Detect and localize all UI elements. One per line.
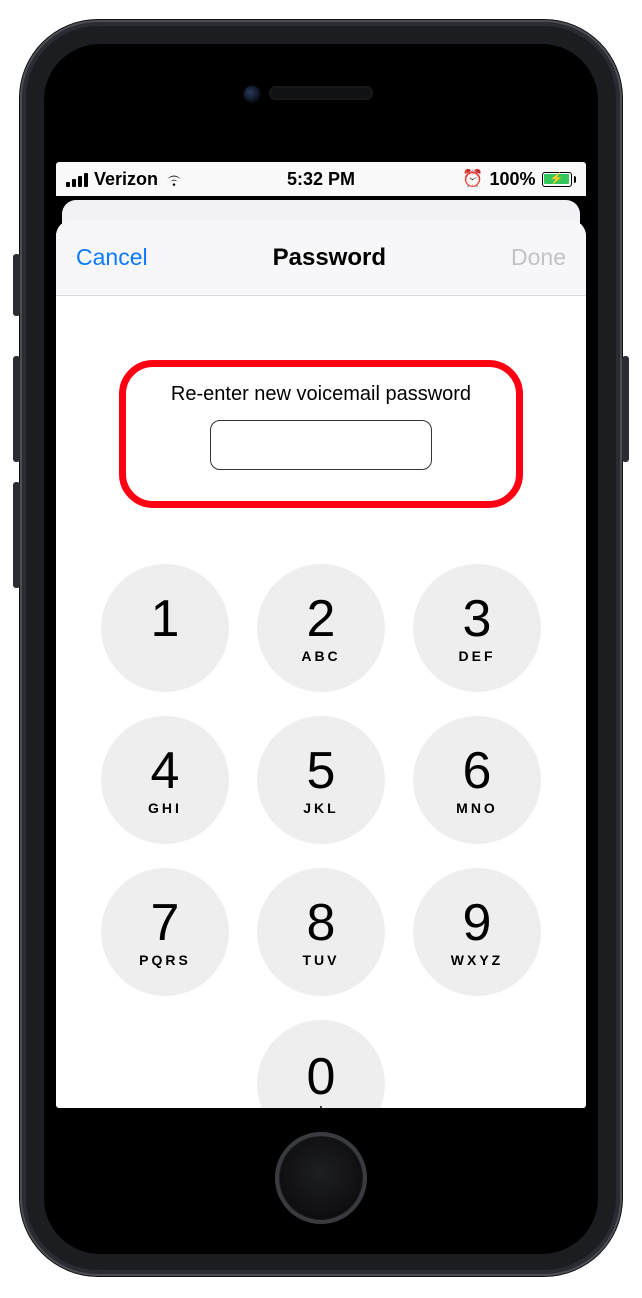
keypad-6[interactable]: 6 MNO [413, 716, 541, 844]
keypad-2[interactable]: 2 ABC [257, 564, 385, 692]
status-right: ⏰ 100% ⚡ [462, 169, 576, 190]
keypad-8[interactable]: 8 TUV [257, 868, 385, 996]
keypad-letters: DEF [459, 648, 496, 664]
keypad-digit: 3 [463, 593, 492, 645]
phone-bezel: Verizon 5:32 PM ⏰ 100% ⚡ [44, 44, 598, 1254]
keypad-digit: 4 [151, 745, 180, 797]
keypad-digit: 1 [151, 593, 180, 645]
cellular-signal-icon [66, 171, 88, 187]
keypad-5[interactable]: 5 JKL [257, 716, 385, 844]
keypad-letters: PQRS [139, 952, 191, 968]
keypad-letters: JKL [303, 800, 338, 816]
annotation-highlight: Re-enter new voicemail password [119, 360, 523, 508]
volume-down-button [13, 482, 20, 588]
alarm-icon: ⏰ [462, 169, 483, 189]
wifi-icon [164, 171, 184, 187]
stage: Verizon 5:32 PM ⏰ 100% ⚡ [0, 0, 642, 1298]
power-button [622, 356, 629, 462]
done-button[interactable]: Done [509, 240, 568, 275]
keypad-3[interactable]: 3 DEF [413, 564, 541, 692]
earpiece-speaker [269, 86, 373, 100]
carrier-label: Verizon [94, 169, 158, 190]
keypad: 1 2 ABC 3 DEF 4 GHI [56, 564, 586, 1108]
cancel-button[interactable]: Cancel [74, 240, 150, 275]
nav-bar: Cancel Password Done [56, 220, 586, 296]
keypad-letters: MNO [456, 800, 498, 816]
battery-percent: 100% [489, 169, 535, 190]
keypad-digit: 2 [307, 593, 336, 645]
keypad-digit: 5 [307, 745, 336, 797]
keypad-letters: GHI [148, 800, 182, 816]
keypad-digit: 6 [463, 745, 492, 797]
keypad-digit: 7 [151, 897, 180, 949]
keypad-digit: 9 [463, 897, 492, 949]
keypad-9[interactable]: 9 WXYZ [413, 868, 541, 996]
keypad-letters: + [315, 1101, 327, 1108]
keypad-4[interactable]: 4 GHI [101, 716, 229, 844]
phone-top-area [44, 44, 598, 162]
keypad-1[interactable]: 1 [101, 564, 229, 692]
volume-up-button [13, 356, 20, 462]
battery-icon: ⚡ [542, 172, 577, 187]
front-camera [244, 86, 260, 102]
keypad-0[interactable]: 0 + [257, 1020, 385, 1108]
prompt-label: Re-enter new voicemail password [144, 383, 498, 406]
status-bar: Verizon 5:32 PM ⏰ 100% ⚡ [56, 162, 586, 196]
home-button[interactable] [275, 1132, 367, 1224]
keypad-digit: 8 [307, 897, 336, 949]
screen: Verizon 5:32 PM ⏰ 100% ⚡ [56, 162, 586, 1108]
keypad-letters: TUV [303, 952, 340, 968]
keypad-letters: ABC [301, 648, 340, 664]
page-title: Password [273, 244, 386, 272]
keypad-digit: 0 [307, 1051, 336, 1103]
content: Re-enter new voicemail password 1 2 ABC [56, 296, 586, 1108]
keypad-7[interactable]: 7 PQRS [101, 868, 229, 996]
password-sheet: Cancel Password Done Re-enter new voicem… [56, 220, 586, 1108]
mute-switch [13, 254, 20, 316]
status-left: Verizon [66, 169, 184, 190]
password-input[interactable] [210, 420, 432, 470]
keypad-letters: WXYZ [451, 952, 503, 968]
